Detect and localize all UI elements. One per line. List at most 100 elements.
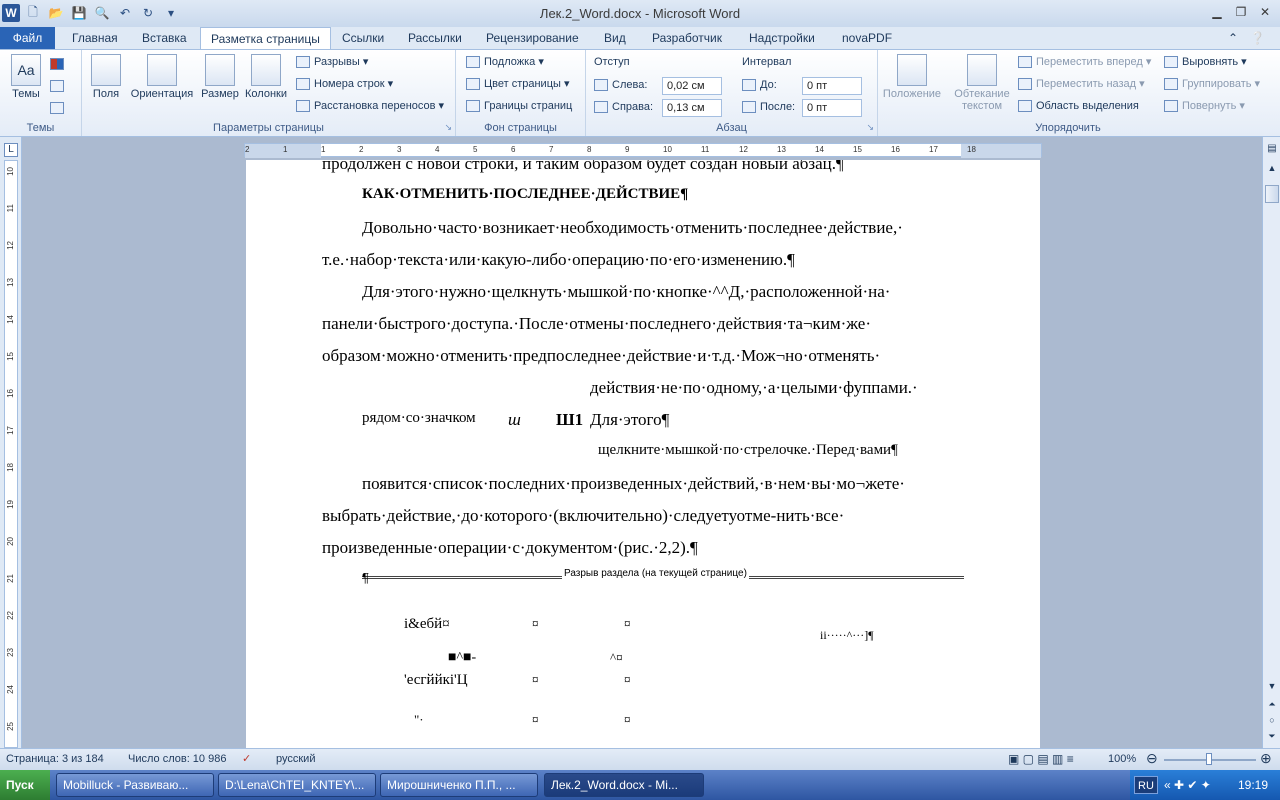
group-page-setup: Поля Ориентация Размер Колонки Разрывы ▾… <box>82 50 456 136</box>
scroll-down-icon[interactable]: ▼ <box>1265 681 1279 693</box>
tab-addins[interactable]: Надстройки <box>739 27 825 50</box>
breaks-button[interactable]: Разрывы ▾ <box>296 52 368 72</box>
tab-references[interactable]: Ссылки <box>332 27 394 50</box>
taskbar-item-pdf[interactable]: Мирошниченко П.П., ... <box>380 773 538 797</box>
taskbar: Пуск Mobilluck - Развиваю... D:\Lena\ChT… <box>0 770 1280 800</box>
ruler-tick-label: 17 <box>929 145 938 154</box>
language-indicator[interactable]: RU <box>1134 776 1158 794</box>
group-button[interactable]: Группировать ▾ <box>1164 74 1260 94</box>
scroll-thumb[interactable] <box>1265 185 1279 203</box>
ruler-toggle-icon[interactable]: ▤ <box>1265 143 1279 157</box>
hyphenation-button[interactable]: Расстановка переносов ▾ <box>296 96 444 116</box>
clock[interactable]: 19:19 <box>1238 770 1268 800</box>
vruler-tick-label: 20 <box>6 537 15 546</box>
doc-line: ш <box>508 410 521 429</box>
ruler-tick-label: 10 <box>663 145 672 154</box>
taskbar-item-opera[interactable]: Mobilluck - Развиваю... <box>56 773 214 797</box>
theme-colors-button[interactable] <box>50 54 68 74</box>
selection-pane-button[interactable]: Область выделения <box>1018 96 1139 116</box>
doc-line: Довольно·часто·возникает·необходимость·о… <box>362 218 903 237</box>
doc-table-cell: ^¤ <box>610 650 623 665</box>
tab-file[interactable]: Файл <box>0 27 55 50</box>
start-button[interactable]: Пуск <box>0 770 50 800</box>
prev-page-icon[interactable]: ⏶ <box>1265 699 1279 711</box>
tab-novapdf[interactable]: novaPDF <box>832 27 902 50</box>
theme-fonts-button[interactable] <box>50 76 68 96</box>
group-arrange: Положение Обтекание текстом Переместить … <box>878 50 1260 136</box>
vruler-tick-label: 17 <box>6 426 15 435</box>
orientation-button[interactable]: Ориентация <box>128 54 196 100</box>
taskbar-item-folder[interactable]: D:\Lena\ChTEI_KNTEY\... <box>218 773 376 797</box>
vertical-scrollbar[interactable]: ▤ ▲ ▼ ⏶ ○ ⏷ <box>1262 137 1280 748</box>
page-color-button[interactable]: Цвет страницы ▾ <box>466 74 569 94</box>
spacing-after-icon <box>742 101 756 114</box>
taskbar-item-word[interactable]: Лек.2_Word.docx - Mi... <box>544 773 704 797</box>
vertical-ruler[interactable]: 10 11 12 13 14 15 16 17 18 19 20 21 22 23 24 25 <box>4 160 18 748</box>
watermark-button[interactable]: Подложка ▾ <box>466 52 544 72</box>
document-page[interactable]: продолжен с новой строки, и таким образо… <box>246 160 1040 748</box>
paragraph-dialog-launcher-icon[interactable]: ↘ <box>866 122 874 133</box>
theme-colors-icon <box>50 58 64 71</box>
tab-home[interactable]: Главная <box>62 27 128 50</box>
indent-left-field[interactable]: 0,02 см <box>662 77 722 95</box>
next-page-icon[interactable]: ⏷ <box>1265 731 1279 743</box>
ruler-tick-label: 15 <box>853 145 862 154</box>
position-button[interactable]: Положение <box>882 54 942 100</box>
tab-view[interactable]: Вид <box>594 27 636 50</box>
tab-developer[interactable]: Разработчик <box>642 27 732 50</box>
themes-button[interactable]: Aa Темы <box>6 54 46 100</box>
view-buttons[interactable]: ▣ ▢ ▤ ▥ ≡ <box>1008 752 1074 766</box>
page-borders-button[interactable]: Границы страниц <box>466 96 572 116</box>
columns-button[interactable]: Колонки <box>242 54 290 100</box>
page-count[interactable]: Страница: 3 из 184 <box>6 753 104 765</box>
zoom-in-icon[interactable]: ⊕ <box>1260 750 1272 767</box>
close-icon[interactable]: ✕ <box>1256 4 1274 20</box>
doc-line: рядом·со·значком <box>362 410 476 426</box>
position-icon <box>897 54 927 86</box>
zoom-level[interactable]: 100% <box>1108 753 1136 765</box>
columns-icon <box>251 54 281 86</box>
wrap-text-button[interactable]: Обтекание текстом <box>946 54 1018 112</box>
maximize-icon[interactable]: ❐ <box>1232 4 1250 20</box>
rotate-button[interactable]: Повернуть ▾ <box>1164 96 1245 116</box>
doc-line: панели·быстрого·доступа.·После·отмены·по… <box>322 314 872 333</box>
indent-label: Отступ <box>594 56 630 68</box>
language[interactable]: русский <box>276 753 315 765</box>
ribbon-minimize-icon[interactable]: ⌃ <box>1228 27 1238 50</box>
doc-table-cell: "· <box>414 712 424 727</box>
tab-review[interactable]: Рецензирование <box>476 27 589 50</box>
word-count[interactable]: Число слов: 10 986 <box>128 753 226 765</box>
tray-icons[interactable]: « ✚ ✔ ✦ <box>1164 770 1211 800</box>
doc-line: появится·список·последних·произведенных·… <box>362 474 905 493</box>
indent-right-field[interactable]: 0,13 см <box>662 99 722 117</box>
spelling-check-icon[interactable]: ✓ <box>242 752 251 765</box>
margins-button[interactable]: Поля <box>86 54 126 100</box>
tab-insert[interactable]: Вставка <box>132 27 197 50</box>
align-button[interactable]: Выровнять ▾ <box>1164 52 1247 72</box>
indent-right-label: Справа: <box>594 97 653 117</box>
spacing-before-field[interactable]: 0 пт <box>802 77 862 95</box>
scroll-up-icon[interactable]: ▲ <box>1265 163 1279 175</box>
group-themes: Aa Темы Темы <box>0 50 82 136</box>
help-icon[interactable]: ❔ <box>1250 27 1265 50</box>
line-numbers-button[interactable]: Номера строк ▾ <box>296 74 393 94</box>
horizontal-ruler[interactable]: 2 1 1 2 3 4 5 6 7 8 9 10 11 12 13 14 15 16 17 18 <box>244 143 1042 158</box>
tab-page-layout[interactable]: Разметка страницы <box>200 27 331 51</box>
size-button[interactable]: Размер <box>198 54 242 100</box>
doc-line: щелкните·мышкой·по·стрелочке.·Перед·вами… <box>598 442 898 458</box>
doc-table-cell: 'есгййкі'Ц <box>404 672 468 688</box>
spacing-after-field[interactable]: 0 пт <box>802 99 862 117</box>
page-setup-dialog-launcher-icon[interactable]: ↘ <box>444 122 452 133</box>
zoom-slider-thumb[interactable] <box>1206 753 1212 765</box>
ribbon-tabs: Файл Главная Вставка Разметка страницы С… <box>0 27 1280 51</box>
tab-mailings[interactable]: Рассылки <box>398 27 472 50</box>
vruler-tick-label: 15 <box>6 352 15 361</box>
browse-object-icon[interactable]: ○ <box>1265 715 1279 727</box>
send-backward-button[interactable]: Переместить назад ▾ <box>1018 74 1145 94</box>
bring-forward-button[interactable]: Переместить вперед ▾ <box>1018 52 1151 72</box>
doc-table-cell: ¤ <box>532 712 539 727</box>
tab-selector-icon[interactable]: L <box>4 143 18 157</box>
zoom-out-icon[interactable]: ⊖ <box>1146 750 1158 767</box>
theme-effects-button[interactable] <box>50 98 68 118</box>
minimize-icon[interactable]: ▁ <box>1208 4 1226 20</box>
